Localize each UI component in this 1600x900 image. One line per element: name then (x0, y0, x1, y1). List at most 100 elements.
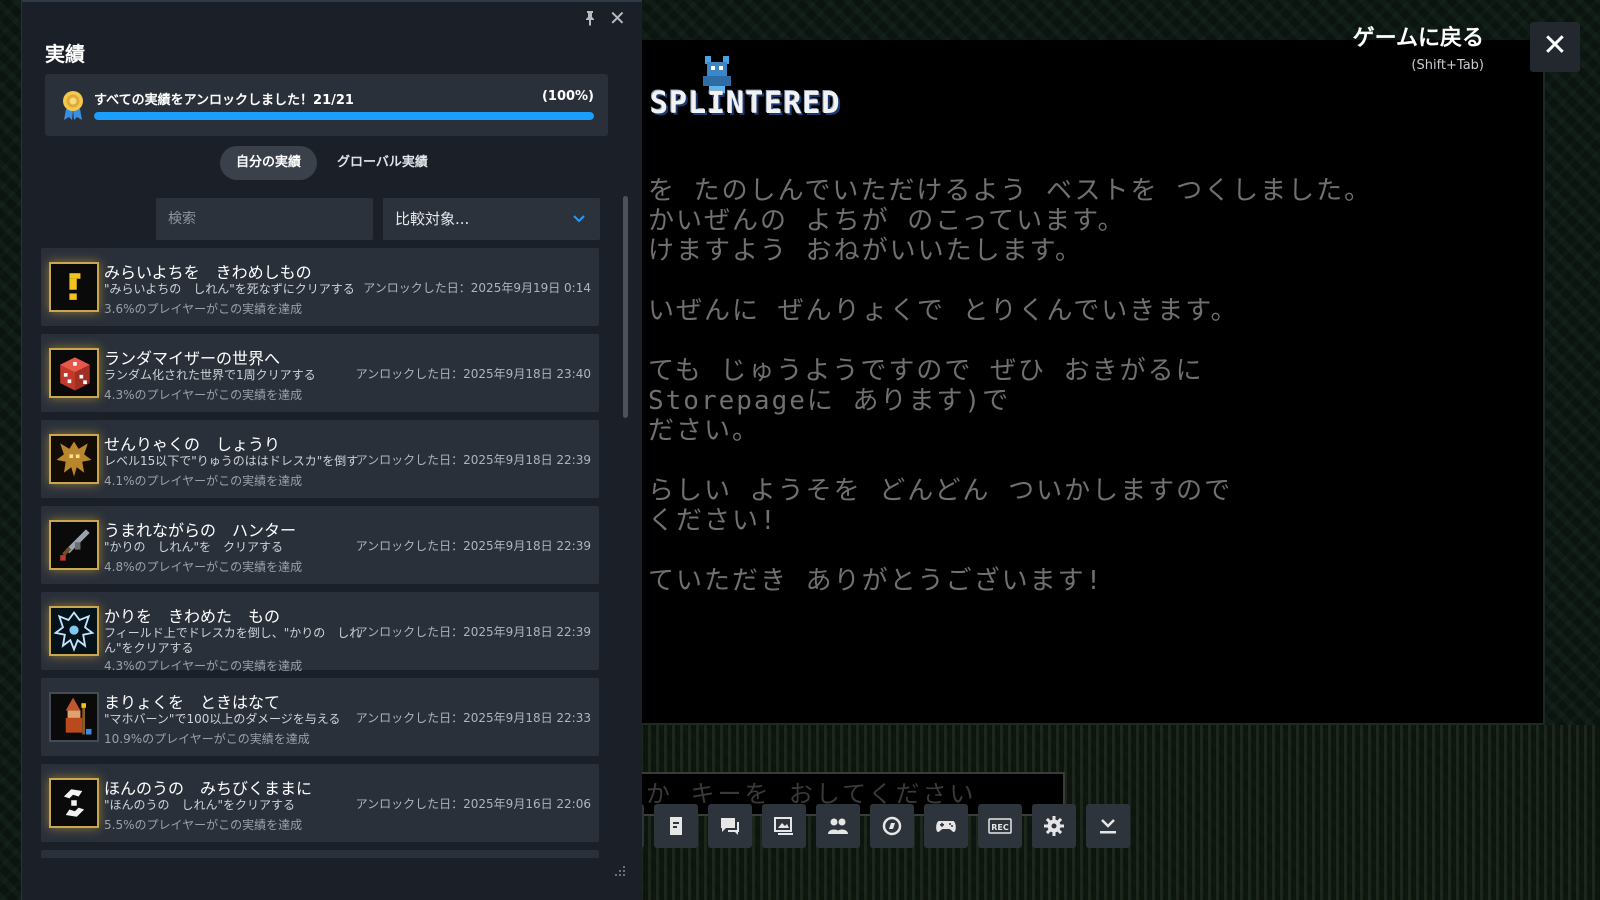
game-dialogue: を たのしんでいただけるよう ベストを つくしました。 かいぜんの よちが のこっ… (648, 176, 1528, 596)
game-dialogue-line: ください! (648, 506, 778, 536)
achievement-name: せんりゃくの しょうり (104, 435, 281, 454)
chat-icon (721, 818, 739, 835)
game-logo: SPLINTERED (650, 86, 841, 121)
achievement-global-rate: 4.1%のプレイヤーがこの実績を達成 (104, 474, 303, 488)
achievement-item[interactable]: みらいよちを きわめしもの "みらいよちの しれん"を死なずにクリアする 3.6… (41, 248, 599, 326)
screen: SPLINTERED を たのしんでいただけるよう ベストを つくしました。 かい… (0, 0, 1600, 900)
toolbar-friends-button[interactable] (816, 804, 860, 848)
toolbar-browser-button[interactable] (870, 804, 914, 848)
achievements-panel: 実績 ✕ すべての実績をアンロックしました！21/21 (100%) 自分の実績… (21, 0, 642, 900)
swirl-icon (51, 780, 97, 826)
tab-global-achievements[interactable]: グローバル実績 (321, 146, 444, 180)
achievement-unlock-date: アンロックした日：2025年9月16日 22:06 (355, 797, 591, 811)
toolbar-controller-button[interactable] (924, 804, 968, 848)
resize-grip-icon[interactable] (613, 864, 627, 878)
return-to-game-shortcut: (Shift+Tab) (1411, 58, 1484, 73)
game-dialogue-line: けますよう おねがいいたします。 (648, 236, 1084, 266)
achievement-item-partial[interactable] (41, 850, 599, 858)
overlay-toolbar: REC (614, 804, 1130, 850)
achievement-global-rate: 5.5%のプレイヤーがこの実績を達成 (104, 818, 303, 832)
game-dialogue-line (648, 446, 1528, 476)
achievement-item[interactable]: うまれながらの ハンター "かりの しれん"を クリアする 4.8%のプレイヤー… (41, 506, 599, 584)
achievement-item[interactable]: ランダマイザーの世界へ ランダム化された世界で1周クリアする 4.3%のプレイヤ… (41, 334, 599, 412)
game-dialogue-line: ても じゅうようですので ぜひ おきがるに (648, 356, 1204, 386)
achievement-item[interactable]: せんりゃくの しょうり レベル15以下で"りゅうのははドレスカ"を倒す 4.1%… (41, 420, 599, 498)
medal-icon (63, 91, 83, 120)
game-dialogue-line (648, 536, 1528, 566)
panel-top-bar (22, 0, 642, 2)
game-dialogue-line: ださい。 (648, 416, 761, 446)
achievement-item[interactable]: まりょくを ときはなて "マホバーン"で100以上のダメージを与える 10.9%… (41, 678, 599, 756)
achievement-badge (49, 778, 99, 828)
achievement-name: かりを きわめた もの (104, 607, 281, 626)
game-dialogue-line: を たのしんでいただけるよう ベストを つくしました。 (648, 176, 1373, 206)
achievement-description: "マホバーン"で100以上のダメージを与える (104, 712, 341, 726)
achievement-list: みらいよちを きわめしもの "みらいよちの しれん"を死なずにクリアする 3.6… (41, 248, 599, 858)
panel-close-button[interactable]: ✕ (609, 6, 626, 30)
achievement-description: レベル15以下で"りゅうのははドレスカ"を倒す (104, 454, 359, 468)
achievement-list-scrollbar[interactable] (623, 196, 628, 418)
progress-percent: (100%) (541, 89, 594, 104)
achievement-unlock-date: アンロックした日：2025年9月18日 22:39 (355, 539, 591, 553)
settings-icon (1044, 816, 1064, 836)
browser-icon (882, 816, 902, 836)
achievement-item[interactable]: ほんのうの みちびくままに "ほんのうの しれん"をクリアする 5.5%のプレイ… (41, 764, 599, 842)
rec-label: REC (991, 823, 1009, 832)
toolbar-rec-button[interactable]: REC (978, 804, 1022, 848)
achievement-badge (49, 434, 99, 484)
progress-bar-fill (94, 112, 594, 120)
game-dialogue-line: ていただき ありがとうございます! (648, 566, 1104, 596)
achievement-description: フィールド上でドレスカを倒し、"かりの しれん"をクリアする (104, 626, 362, 655)
achievement-global-rate: 3.6%のプレイヤーがこの実績を達成 (104, 302, 303, 316)
toolbar-chat-button[interactable] (708, 804, 752, 848)
achievement-badge (49, 520, 99, 570)
achievement-tabs: 自分の実績 グローバル実績 (220, 146, 444, 180)
return-to-game[interactable]: ゲームに戻る (Shift+Tab) (1353, 20, 1484, 73)
achievement-name: うまれながらの ハンター (104, 521, 297, 540)
friends-icon (828, 818, 848, 834)
controller-icon (936, 821, 956, 832)
sword-icon (51, 522, 97, 568)
achievement-unlock-date: アンロックした日：2025年9月18日 22:33 (355, 711, 591, 725)
return-to-game-label: ゲームに戻る (1352, 26, 1484, 51)
achievement-description: "ほんのうの しれん"をクリアする (104, 798, 296, 812)
pin-icon[interactable] (582, 10, 598, 26)
toolbar-download-button[interactable] (1086, 804, 1130, 848)
toolbar-settings-button[interactable] (1032, 804, 1076, 848)
download-icon (1100, 819, 1116, 834)
compare-dropdown-label: 比較対象... (395, 210, 470, 228)
search-input[interactable] (156, 198, 373, 240)
achievement-global-rate: 4.3%のプレイヤーがこの実績を達成 (104, 388, 303, 402)
game-dialogue-line (648, 326, 1528, 356)
achievement-global-rate: 4.3%のプレイヤーがこの実績を達成 (104, 659, 303, 673)
achievement-badge (49, 606, 99, 656)
achievement-unlock-date: アンロックした日：2025年9月19日 0:14 (363, 281, 591, 295)
dragon-icon (51, 436, 97, 482)
toolbar-screenshot-button[interactable] (762, 804, 806, 848)
achievement-global-rate: 4.8%のプレイヤーがこの実績を達成 (104, 560, 303, 574)
achievement-unlock-date: アンロックした日：2025年9月18日 22:39 (355, 625, 591, 639)
panel-title: 実績 (45, 42, 85, 66)
tab-my-achievements[interactable]: 自分の実績 (220, 146, 318, 180)
achievement-item[interactable]: かりを きわめた もの フィールド上でドレスカを倒し、"かりの しれん"をクリア… (41, 592, 599, 673)
achievement-badge (49, 348, 99, 398)
achievement-unlock-date: アンロックした日：2025年9月18日 22:39 (355, 453, 591, 467)
rec-icon: REC (988, 818, 1012, 834)
achievement-description: ランダム化された世界で1周クリアする (104, 368, 316, 382)
skeleton-icon (51, 608, 97, 654)
screenshot-icon (774, 817, 793, 835)
chevron-down-icon (573, 215, 585, 223)
progress-card: すべての実績をアンロックしました！21/21 (100%) (45, 74, 608, 136)
achievement-name: みらいよちを きわめしもの (104, 263, 312, 282)
compare-dropdown[interactable]: 比較対象... (383, 198, 600, 240)
achievement-unlock-date: アンロックした日：2025年9月18日 23:40 (355, 367, 591, 381)
achievement-name: ランダマイザーの世界へ (104, 349, 281, 368)
game-dialogue-line (648, 266, 1528, 296)
game-dialogue-line: いぜんに ぜんりょくで とりくんでいきます。 (648, 296, 1239, 326)
close-overlay-button[interactable]: ✕ (1530, 22, 1580, 72)
achievement-name: ほんのうの みちびくままに (104, 779, 313, 798)
achievement-badge (49, 692, 99, 742)
achievement-description: "かりの しれん"を クリアする (104, 540, 284, 554)
toolbar-guide-button[interactable] (654, 804, 698, 848)
game-dialogue-line: Storepageに あります)で (648, 386, 1011, 416)
